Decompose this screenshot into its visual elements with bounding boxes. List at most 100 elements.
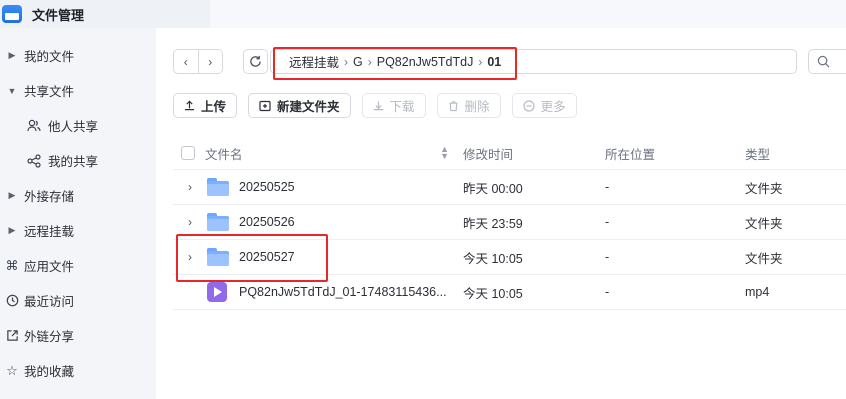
breadcrumb-item[interactable]: G — [353, 55, 363, 69]
sidebar-item-my-files[interactable]: ▶ 我的文件 — [0, 38, 156, 73]
new-folder-label: 新建文件夹 — [277, 100, 340, 114]
video-file-icon — [207, 282, 227, 302]
file-name[interactable]: 20250526 — [239, 215, 295, 229]
file-name[interactable]: 20250525 — [239, 180, 295, 194]
folder-icon — [207, 178, 229, 196]
file-mtime: 昨天 23:59 — [463, 216, 523, 231]
sidebar-nav: ▶ 我的文件 ▼ 共享文件 他人共享 我的共享 ▶ 外接存储 ▶ 远程挂载 ⌘ … — [0, 38, 156, 388]
refresh-button[interactable] — [243, 49, 268, 74]
sidebar-item-external-share[interactable]: 外链分享 — [0, 318, 156, 353]
table-row[interactable]: › 20250526 昨天 23:59 - 文件夹 — [173, 205, 846, 240]
sidebar-item-favorites[interactable]: ☆ 我的收藏 — [0, 353, 156, 388]
table-row[interactable]: › 20250527 今天 10:05 - 文件夹 — [173, 240, 846, 275]
sidebar-item-label: 最近访问 — [24, 295, 75, 309]
sidebar-item-label: 他人共享 — [48, 120, 99, 134]
app-title: 文件管理 — [32, 7, 85, 23]
file-table: 文件名 ▲ ▼ 修改时间 所在位置 类型 › 20250525 昨天 00:00 … — [173, 137, 846, 310]
breadcrumb-item[interactable]: PQ82nJw5TdTdJ — [377, 55, 474, 69]
caret-right-icon: ▶ — [8, 50, 16, 60]
folder-app-icon — [2, 5, 22, 23]
table-row[interactable]: PQ82nJw5TdTdJ_01-17483115436... 今天 10:05… — [173, 275, 846, 310]
history-nav: ‹ › — [173, 49, 223, 74]
sidebar-item-label: 我的文件 — [24, 50, 75, 64]
column-type-header[interactable]: 类型 — [735, 144, 846, 163]
upload-icon — [184, 100, 195, 111]
table-header: 文件名 ▲ ▼ 修改时间 所在位置 类型 — [173, 137, 846, 170]
delete-button[interactable]: 删除 — [436, 93, 501, 118]
caret-right-icon: ▶ — [8, 190, 16, 200]
file-type: 文件夹 — [745, 181, 783, 196]
app-header: 文件管理 — [0, 0, 210, 28]
forward-button[interactable]: › — [199, 50, 223, 73]
sort-icon[interactable]: ▲ ▼ — [440, 144, 449, 163]
sidebar-item-external-storage[interactable]: ▶ 外接存储 — [0, 178, 156, 213]
caret-right-icon: ▶ — [8, 225, 16, 235]
command-icon: ⌘ — [5, 257, 19, 273]
column-label: 文件名 — [205, 147, 243, 162]
download-button[interactable]: 下载 — [361, 93, 426, 118]
file-location: - — [605, 215, 610, 229]
download-icon — [373, 100, 384, 111]
breadcrumb-separator: › — [344, 54, 349, 69]
file-location: - — [605, 285, 610, 299]
new-folder-icon — [259, 100, 271, 112]
users-icon — [22, 119, 46, 133]
sidebar-item-recent[interactable]: 最近访问 — [0, 283, 156, 318]
column-mtime-header[interactable]: 修改时间 — [453, 144, 595, 163]
file-mtime: 今天 10:05 — [463, 251, 523, 266]
download-label: 下载 — [389, 100, 415, 114]
sidebar-item-label: 外接存储 — [24, 190, 75, 204]
folder-icon — [207, 213, 229, 231]
upload-label: 上传 — [201, 100, 227, 114]
sidebar-item-remote-mount[interactable]: ▶ 远程挂载 — [0, 213, 156, 248]
expand-arrow-icon[interactable]: › — [173, 215, 207, 229]
sidebar-item-shared-by-others[interactable]: 他人共享 — [0, 108, 156, 143]
breadcrumb-item[interactable]: 远程挂载 — [289, 52, 339, 71]
delete-label: 删除 — [464, 100, 490, 114]
back-button[interactable]: ‹ — [174, 50, 199, 73]
table-row[interactable]: › 20250525 昨天 00:00 - 文件夹 — [173, 170, 846, 205]
trash-icon — [448, 100, 459, 112]
top-strip — [156, 0, 846, 28]
sidebar-item-label: 我的共享 — [48, 155, 99, 169]
refresh-icon — [250, 55, 261, 67]
search-input[interactable] — [808, 49, 846, 74]
more-icon — [522, 99, 535, 112]
sidebar-item-label: 外链分享 — [24, 330, 75, 344]
upload-button[interactable]: 上传 — [173, 93, 238, 118]
column-name-header[interactable]: 文件名 ▲ ▼ — [173, 144, 453, 163]
breadcrumb[interactable]: 远程挂载 › G › PQ82nJw5TdTdJ › 01 — [270, 49, 797, 74]
file-name[interactable]: PQ82nJw5TdTdJ_01-17483115436... — [239, 285, 447, 299]
expand-arrow-icon[interactable]: › — [173, 250, 207, 264]
external-link-icon — [0, 329, 24, 342]
file-type: 文件夹 — [745, 251, 783, 266]
toolbar: 上传 新建文件夹 下载 删除 更多 — [173, 93, 588, 119]
breadcrumb-current: 01 — [487, 54, 502, 69]
file-mtime: 昨天 00:00 — [463, 181, 523, 196]
file-name[interactable]: 20250527 — [239, 250, 295, 264]
search-icon — [817, 55, 830, 68]
file-location: - — [605, 250, 610, 264]
sidebar-item-my-shares[interactable]: 我的共享 — [0, 143, 156, 178]
star-icon: ☆ — [6, 362, 18, 378]
select-all-checkbox[interactable] — [181, 146, 195, 160]
column-location-header[interactable]: 所在位置 — [595, 144, 735, 163]
more-button[interactable]: 更多 — [511, 93, 577, 118]
expand-arrow-icon[interactable]: › — [173, 180, 207, 194]
file-type: 文件夹 — [745, 216, 783, 231]
share-icon — [22, 153, 46, 168]
file-type: mp4 — [745, 285, 770, 299]
sidebar-item-label: 共享文件 — [24, 85, 75, 99]
sidebar-item-app-files[interactable]: ⌘ 应用文件 — [0, 248, 156, 283]
breadcrumb-separator: › — [367, 54, 372, 69]
sidebar-item-shared-files[interactable]: ▼ 共享文件 — [0, 73, 156, 108]
sidebar-item-label: 我的收藏 — [24, 365, 75, 379]
file-location: - — [605, 180, 610, 194]
breadcrumb-separator: › — [478, 54, 483, 69]
caret-down-icon: ▼ — [7, 85, 17, 96]
new-folder-button[interactable]: 新建文件夹 — [248, 93, 351, 118]
clock-icon — [0, 294, 24, 307]
folder-icon — [207, 248, 229, 266]
sidebar-item-label: 远程挂载 — [24, 225, 75, 239]
file-mtime: 今天 10:05 — [463, 286, 523, 301]
